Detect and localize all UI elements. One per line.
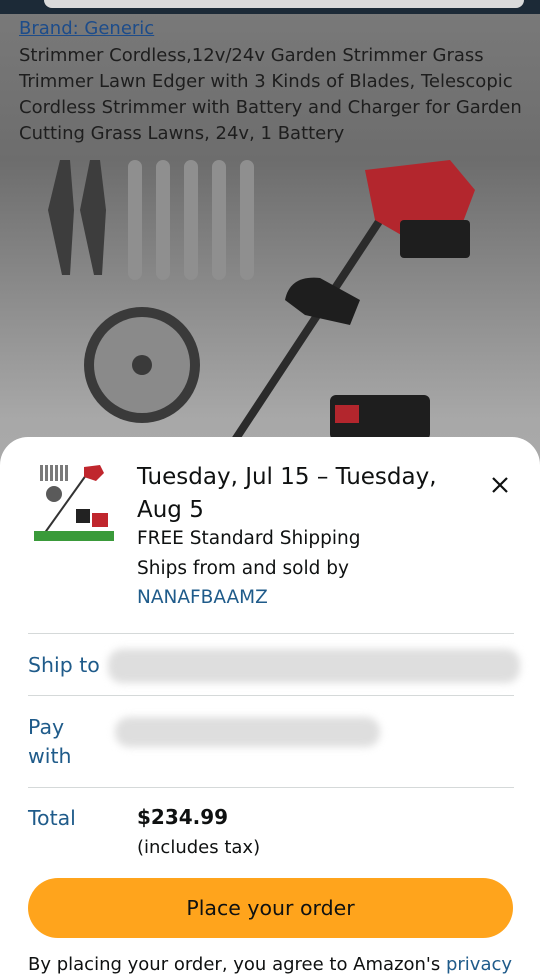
pay-with-label[interactable]: Pay with <box>28 713 72 771</box>
metal-blade-icon <box>48 160 106 275</box>
trimmer-icon <box>231 160 475 440</box>
product-thumbnail[interactable] <box>34 459 114 541</box>
close-icon[interactable] <box>482 467 518 503</box>
place-order-button[interactable]: Place your order <box>28 878 513 938</box>
divider <box>28 633 514 634</box>
ships-from-text: Ships from and sold by <box>137 558 349 579</box>
product-image <box>48 160 475 440</box>
privacy-link[interactable]: privacy <box>446 954 512 975</box>
ship-to-label[interactable]: Ship to <box>28 651 100 680</box>
checkout-bottom-sheet: Tuesday, Jul 15 – Tuesday, Aug 5 FREE St… <box>0 437 540 977</box>
payment-method-redacted[interactable] <box>115 717 380 747</box>
total-value: $234.99 <box>137 805 229 829</box>
total-label: Total <box>28 806 76 830</box>
product-title: Strimmer Cordless,12v/24v Garden Strimme… <box>19 45 522 144</box>
legal-notice: By placing your order, you agree to Amaz… <box>28 954 513 975</box>
divider <box>28 787 514 788</box>
search-bar[interactable] <box>44 0 524 8</box>
ship-to-address-redacted[interactable] <box>108 649 520 683</box>
plastic-blade-icon <box>128 160 254 280</box>
tax-note: (includes tax) <box>137 837 261 858</box>
seller-link[interactable]: NANAFBAAMZ <box>137 587 268 608</box>
shipping-method: FREE Standard Shipping <box>137 528 361 549</box>
delivery-date: Tuesday, Jul 15 – Tuesday, Aug 5 <box>137 464 437 523</box>
brand-link[interactable]: Brand: Generic <box>19 18 154 39</box>
saw-blade-icon <box>84 307 200 423</box>
divider <box>28 695 514 696</box>
